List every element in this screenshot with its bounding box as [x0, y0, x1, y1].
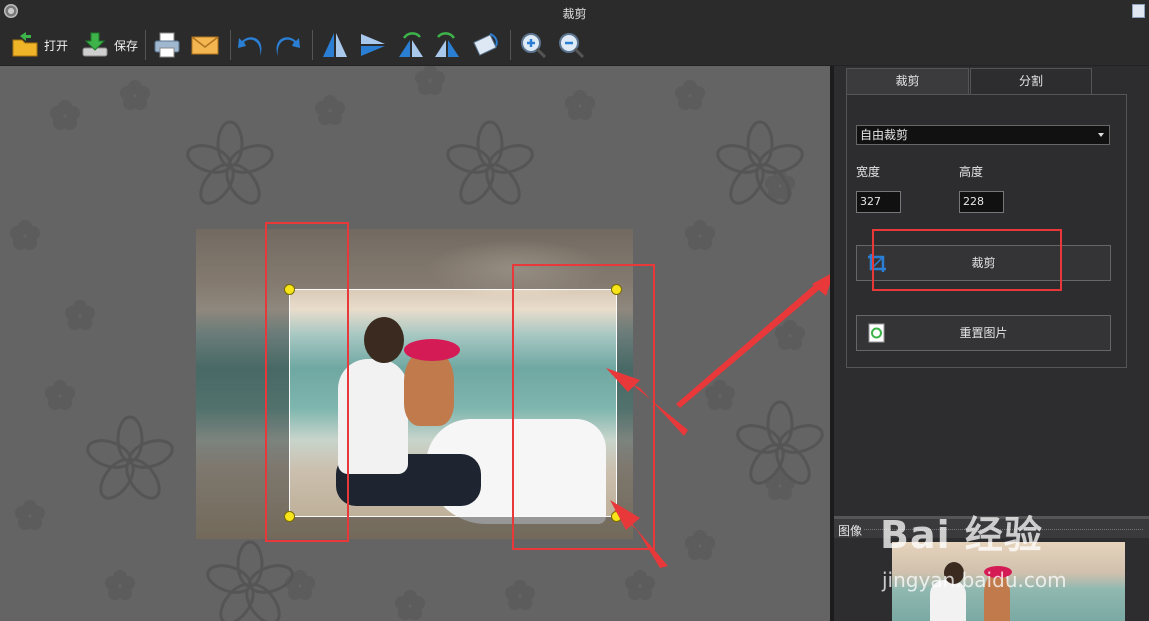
flip-horizontal-button[interactable]	[320, 28, 350, 62]
redo-icon	[276, 37, 300, 56]
save-download-icon	[82, 32, 108, 57]
height-label: 高度	[959, 165, 984, 179]
width-label: 宽度	[856, 165, 881, 179]
undo-button[interactable]	[236, 28, 266, 62]
rotate-right-button[interactable]	[432, 28, 462, 62]
rotate-left-icon	[399, 32, 423, 57]
toolbar-separator	[510, 30, 511, 60]
width-input[interactable]: 327	[856, 191, 901, 213]
toolbar-separator	[312, 30, 313, 60]
image-canvas[interactable]	[0, 66, 830, 621]
print-icon	[154, 32, 180, 58]
undo-icon	[238, 37, 262, 56]
redo-button[interactable]	[272, 28, 302, 62]
email-icon	[191, 36, 219, 55]
rotate-free-icon	[473, 33, 498, 56]
baidu-watermark: Bai 经验 jingyan.baidu.com	[880, 494, 1100, 594]
flip-horizontal-icon	[323, 33, 347, 57]
email-button[interactable]	[190, 28, 220, 62]
zoom-out-button[interactable]	[556, 28, 586, 62]
image-section-label: 图像	[838, 524, 863, 538]
toolbar: 打开 保存	[0, 24, 1149, 66]
zoom-in-button[interactable]	[518, 28, 548, 62]
open-folder-icon	[12, 32, 38, 57]
rotate-left-button[interactable]	[396, 28, 426, 62]
annotation-box-crop-button	[872, 229, 1062, 291]
crop-mode-select[interactable]: 自由裁剪	[856, 125, 1110, 145]
toolbar-separator	[145, 30, 146, 60]
tab-crop[interactable]: 裁剪	[846, 68, 969, 94]
recycle-icon	[868, 323, 885, 343]
rotate-free-button[interactable]	[470, 28, 500, 62]
rotate-right-icon	[435, 32, 459, 57]
chevron-down-icon	[1098, 133, 1104, 137]
watermark-text: Bai 经验	[880, 513, 1043, 557]
print-button[interactable]	[152, 28, 182, 62]
window-title: 裁剪	[562, 7, 587, 21]
open-label: 打开	[44, 38, 69, 53]
flip-vertical-button[interactable]	[358, 28, 388, 62]
open-button[interactable]: 打开	[10, 28, 68, 62]
annotation-box-left	[265, 222, 349, 542]
save-button[interactable]: 保存	[80, 28, 138, 62]
flip-vertical-icon	[361, 34, 385, 56]
window-menu-icon[interactable]	[1132, 4, 1145, 18]
zoom-in-icon	[521, 33, 547, 59]
zoom-out-icon	[559, 33, 585, 59]
reset-button-label: 重置图片	[959, 326, 1008, 340]
height-input[interactable]: 228	[959, 191, 1004, 213]
reset-image-button[interactable]: 重置图片	[856, 315, 1111, 351]
save-label: 保存	[114, 38, 139, 53]
crop-mode-value: 自由裁剪	[860, 128, 909, 142]
title-bar: 裁剪	[0, 0, 1149, 24]
annotation-box-right	[512, 264, 655, 550]
tab-split[interactable]: 分割	[970, 68, 1092, 94]
watermark-url: jingyan.baidu.com	[882, 568, 1067, 592]
toolbar-separator	[230, 30, 231, 60]
